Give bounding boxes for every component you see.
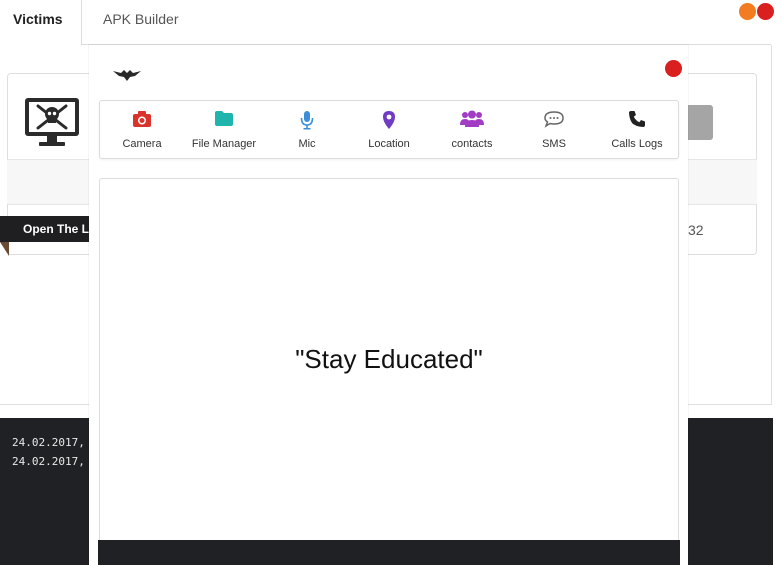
sms-button[interactable]: SMS [512,101,596,158]
open-the-lab-banner[interactable]: Open The La [0,216,92,242]
skull-monitor-icon [25,98,79,146]
users-icon [460,110,484,127]
sms-label: SMS [542,138,566,150]
minimize-button[interactable] [739,3,756,20]
log-line: 24.02.2017, [12,436,85,449]
tab-apk-builder[interactable]: APK Builder [103,0,178,45]
feature-toolbar: Camera File Manager Mic Location contact… [99,100,679,159]
lab-content-panel: "Stay Educated" [99,178,679,565]
camera-label: Camera [122,138,162,150]
popup-footer-bar [98,540,680,565]
microphone-icon [300,111,314,130]
tab-bar: Victims APK Builder [0,0,783,45]
listen-button[interactable] [688,105,713,140]
popup-close-button[interactable] [665,60,682,77]
folder-icon [215,111,233,126]
camera-icon [133,111,151,127]
mic-button[interactable]: Mic [265,101,349,158]
app-window: Victims APK Builder 32 Open The La 24.02… [0,0,783,565]
contacts-button[interactable]: contacts [430,101,514,158]
mic-label: Mic [298,138,316,150]
location-label: Location [368,138,410,150]
close-window-button[interactable] [757,3,774,20]
file-manager-label: File Manager [191,138,257,150]
victim-row-port: 32 [688,222,704,238]
contacts-label: contacts [451,138,493,150]
map-pin-icon [383,111,395,129]
calls-logs-label: Calls Logs [611,138,663,150]
stay-educated-text: "Stay Educated" [295,344,483,374]
banner-fold [0,242,9,256]
camera-button[interactable]: Camera [100,101,184,158]
log-line: 24.02.2017, [12,455,85,468]
tab-victims[interactable]: Victims [0,0,82,45]
chat-bubble-icon [544,111,564,128]
location-button[interactable]: Location [347,101,431,158]
calls-logs-button[interactable]: Calls Logs [595,101,679,158]
file-manager-button[interactable]: File Manager [182,101,266,158]
phone-icon [629,111,645,127]
victim-lab-window: Camera File Manager Mic Location contact… [89,45,688,565]
bird-logo-icon [113,70,141,81]
